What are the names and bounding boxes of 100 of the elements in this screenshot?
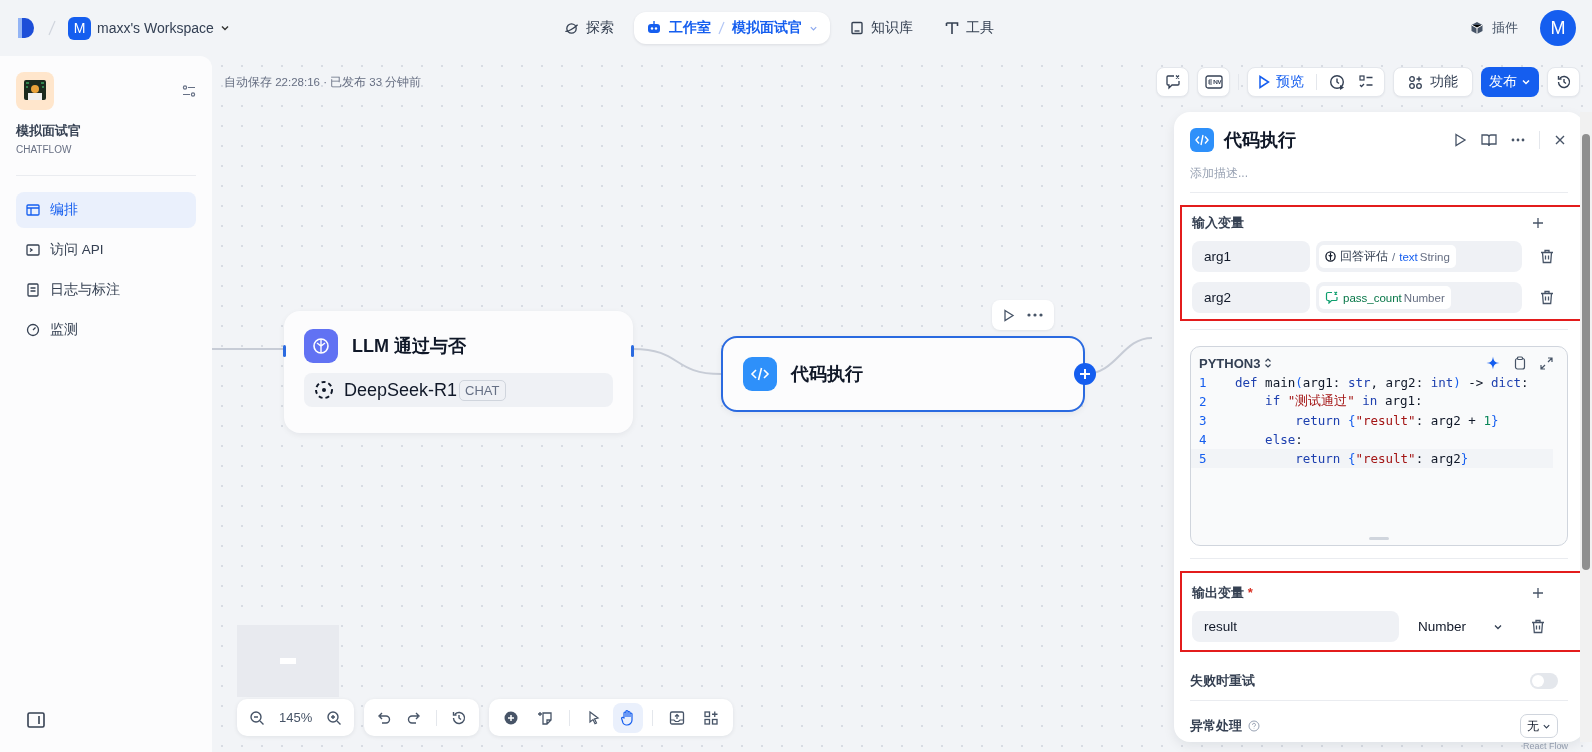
variable-name-field[interactable]: result [1192, 611, 1399, 642]
play-icon [1258, 75, 1270, 89]
add-node-icon[interactable] [1074, 363, 1096, 385]
nav-tab[interactable]: 知识库 [838, 12, 925, 44]
scrollbar[interactable] [1580, 112, 1592, 742]
trash-icon[interactable] [1540, 290, 1554, 305]
sparkle-icon[interactable] [1486, 356, 1500, 370]
copy-icon[interactable] [1514, 356, 1526, 370]
description-field[interactable]: 添加描述... [1190, 166, 1490, 180]
grid-plus-icon [703, 709, 720, 726]
error-handling-select[interactable]: 无 [1520, 714, 1558, 738]
code-editor[interactable]: PYTHON3 1 def main(arg1: str, arg2: int) -> dict: 2 if "测试通过" in arg1: 3 return {"result": arg2 + 1} 4 else: 5 return {"result": arg2} [1190, 346, 1568, 546]
chat-variable-icon [1325, 291, 1339, 304]
sidebar-toggle-icon[interactable] [27, 712, 45, 728]
node-handle[interactable] [631, 345, 634, 357]
variable-chip: pass_count Number [1319, 286, 1451, 309]
node-handle[interactable] [283, 345, 286, 357]
terminal-icon [26, 243, 40, 257]
close-icon[interactable] [1554, 134, 1566, 146]
model-icon [314, 380, 334, 400]
hammer-icon [945, 21, 959, 35]
setting-label: 失败时重试 [1190, 672, 1255, 690]
variable-source-field[interactable]: 回答评估 / text String [1316, 241, 1522, 272]
nav-tab[interactable]: 工作室 模拟面试官 [634, 12, 830, 44]
run-history-icon[interactable] [1329, 73, 1346, 91]
add-icon[interactable] [1532, 587, 1544, 599]
code-line: if "测试通过" in arg1: [1264, 393, 1423, 410]
canvas-tool[interactable] [613, 702, 644, 733]
variable-source-field[interactable]: pass_count Number [1316, 282, 1522, 313]
type-select[interactable]: Number [1405, 611, 1515, 642]
cube-icon [1470, 21, 1484, 35]
breadcrumb-divider [718, 21, 725, 35]
sort-icon[interactable] [1264, 357, 1273, 369]
nav-tab[interactable]: 工具 [933, 12, 1006, 44]
window-icon [26, 203, 40, 217]
workspace-switcher[interactable]: M maxx's Workspace [68, 16, 230, 40]
user-avatar[interactable]: M [1540, 10, 1576, 46]
apps-icon [1408, 74, 1423, 90]
app-name: 模拟面试官 [16, 122, 82, 140]
section-title: 输出变量 * [1192, 584, 1253, 602]
book-icon [850, 21, 864, 35]
sidebar-item[interactable]: 监测 [16, 312, 196, 348]
app-type: CHATFLOW [16, 144, 73, 155]
add-icon[interactable] [1532, 217, 1544, 229]
nav-tab[interactable]: 探索 [552, 12, 626, 44]
play-icon[interactable] [1453, 133, 1467, 147]
zoom-out-icon[interactable] [249, 709, 265, 726]
plugins-link[interactable]: 插件 [1470, 19, 1518, 37]
more-icon[interactable] [1027, 313, 1043, 317]
node-title: LLM 通过与否 [352, 335, 466, 358]
trash-icon[interactable] [1540, 249, 1554, 264]
app-icon[interactable] [16, 72, 54, 110]
llm-node[interactable]: LLM 通过与否 DeepSeek-R1 CHAT [284, 311, 633, 433]
section-title: 输入变量 [1192, 214, 1244, 232]
export-image-icon [669, 709, 686, 726]
features-button[interactable]: 功能 [1393, 67, 1473, 97]
sidebar-item[interactable]: 访问 API [16, 232, 196, 268]
autosave-status: 自动保存 22:28:16 · 已发布 33 分钟前 [224, 75, 422, 90]
note-icon [537, 709, 554, 726]
code-line: return {"result": arg2} [1294, 451, 1469, 466]
line-number: 3 [1198, 413, 1208, 428]
add-icon [503, 709, 520, 726]
retry-toggle[interactable] [1530, 673, 1558, 689]
setting-label: 异常处理 [1190, 717, 1242, 735]
settings-sliders-icon[interactable] [182, 84, 196, 98]
line-number: 1 [1198, 375, 1208, 390]
node-title: 代码执行 [791, 363, 863, 386]
env-button[interactable] [1197, 67, 1230, 97]
resize-handle[interactable] [1369, 537, 1389, 540]
chevron-down-icon [219, 23, 230, 33]
variable-chip: 回答评估 / text String [1319, 245, 1456, 268]
trash-icon[interactable] [1531, 619, 1545, 634]
robot-icon [646, 20, 662, 36]
preview-button[interactable]: 预览 [1258, 73, 1304, 91]
document-icon [26, 283, 40, 297]
breadcrumb-divider [48, 20, 56, 36]
sidebar-item[interactable]: 日志与标注 [16, 272, 196, 308]
line-number: 5 [1198, 451, 1208, 466]
sidebar-item[interactable]: 编排 [16, 192, 196, 228]
variable-check-button[interactable] [1156, 67, 1189, 97]
code-node[interactable]: 代码执行 [721, 336, 1085, 412]
more-icon[interactable] [1511, 138, 1525, 142]
gauge-icon [26, 323, 40, 337]
publish-button[interactable]: 发布 [1481, 67, 1539, 97]
expand-icon[interactable] [1540, 356, 1553, 370]
checklist-icon[interactable] [1358, 74, 1374, 90]
book-open-icon[interactable] [1481, 133, 1497, 147]
logo-icon[interactable] [16, 17, 36, 39]
planet-icon [564, 20, 579, 36]
zoom-level[interactable]: 145% [279, 710, 313, 725]
zoom-in-icon[interactable] [326, 709, 343, 726]
variable-name-field[interactable]: arg1 [1192, 241, 1310, 272]
workspace-badge: M [68, 16, 91, 40]
panel-title: 代码执行 [1224, 129, 1296, 152]
play-icon[interactable] [1003, 308, 1015, 322]
model-name: DeepSeek-R1 [344, 379, 458, 401]
version-history-button[interactable] [1547, 67, 1580, 97]
history-icon[interactable] [451, 709, 468, 726]
variable-name-field[interactable]: arg2 [1192, 282, 1310, 313]
language-selector[interactable]: PYTHON3 [1199, 355, 1261, 371]
